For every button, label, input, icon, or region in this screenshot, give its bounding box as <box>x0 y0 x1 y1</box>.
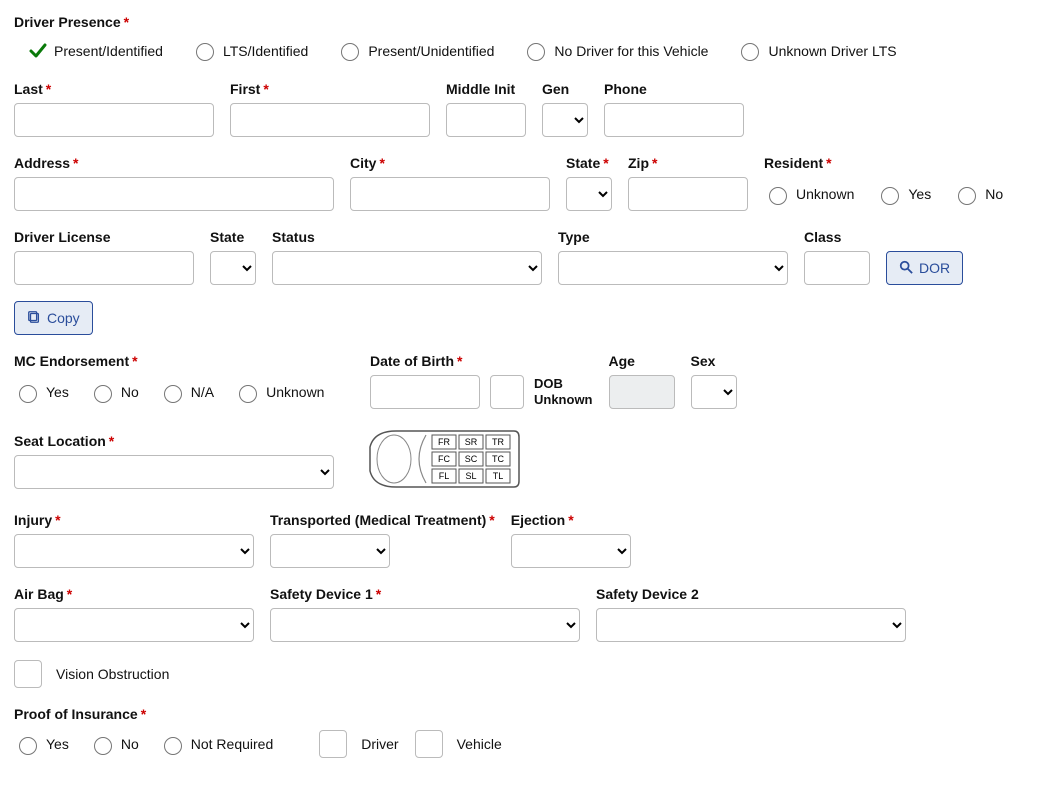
dob-label: Date of Birth* <box>370 353 593 369</box>
radio-unknown-lts[interactable]: Unknown Driver LTS <box>736 40 896 61</box>
phone-label: Phone <box>604 81 744 97</box>
first-input[interactable] <box>230 103 430 137</box>
mc-unknown[interactable]: Unknown <box>234 382 324 403</box>
dl-state-label: State <box>210 229 256 245</box>
mc-no[interactable]: No <box>89 382 139 403</box>
proof-no[interactable]: No <box>89 734 139 755</box>
mc-na[interactable]: N/A <box>159 382 214 403</box>
gen-select[interactable] <box>542 103 588 137</box>
proof-insurance-label: Proof of Insurance* <box>14 706 1039 722</box>
vehicle-checkbox-label: Vehicle <box>457 736 502 752</box>
dob-unknown-label: DOBUnknown <box>534 376 593 407</box>
mc-yes[interactable]: Yes <box>14 382 69 403</box>
transported-select[interactable] <box>270 534 390 568</box>
driver-checkbox-label: Driver <box>361 736 398 752</box>
svg-text:FC: FC <box>438 454 450 464</box>
driver-license-input[interactable] <box>14 251 194 285</box>
vision-obstruction-checkbox[interactable] <box>14 660 42 688</box>
address-input[interactable] <box>14 177 334 211</box>
dor-button[interactable]: DOR <box>886 251 963 285</box>
transported-label: Transported (Medical Treatment)* <box>270 512 495 528</box>
resident-yes[interactable]: Yes <box>876 184 931 205</box>
air-bag-label: Air Bag* <box>14 586 254 602</box>
resident-no[interactable]: No <box>953 184 1003 205</box>
last-label: Last* <box>14 81 214 97</box>
svg-text:SL: SL <box>465 471 476 481</box>
safety2-select[interactable] <box>596 608 906 642</box>
status-select[interactable] <box>272 251 542 285</box>
age-input <box>609 375 675 409</box>
city-label: City* <box>350 155 550 171</box>
svg-text:TL: TL <box>493 471 504 481</box>
vision-obstruction-field: Vision Obstruction <box>14 660 169 688</box>
proof-yes[interactable]: Yes <box>14 734 69 755</box>
type-select[interactable] <box>558 251 788 285</box>
copy-icon <box>27 310 41 327</box>
seat-diagram: FR SR TR FC SC TC FL SL TL <box>366 427 521 494</box>
sex-select[interactable] <box>691 375 737 409</box>
state-label: State* <box>566 155 612 171</box>
state-select[interactable] <box>566 177 612 211</box>
radio-no-driver[interactable]: No Driver for this Vehicle <box>522 40 708 61</box>
air-bag-select[interactable] <box>14 608 254 642</box>
radio-present-identified[interactable]: Present/Identified <box>28 41 163 61</box>
driver-license-label: Driver License <box>14 229 194 245</box>
middle-init-input[interactable] <box>446 103 526 137</box>
check-icon <box>28 41 48 61</box>
seat-location-select[interactable] <box>14 455 334 489</box>
first-label: First* <box>230 81 430 97</box>
driver-presence-radios: Present/Identified LTS/Identified Presen… <box>28 40 1039 61</box>
city-input[interactable] <box>350 177 550 211</box>
svg-text:TR: TR <box>492 437 504 447</box>
status-label: Status <box>272 229 542 245</box>
safety2-label: Safety Device 2 <box>596 586 906 602</box>
safety1-label: Safety Device 1* <box>270 586 580 602</box>
zip-label: Zip* <box>628 155 748 171</box>
svg-text:SC: SC <box>465 454 478 464</box>
class-input[interactable] <box>804 251 870 285</box>
vehicle-checkbox[interactable] <box>415 730 443 758</box>
svg-text:FR: FR <box>438 437 450 447</box>
class-label: Class <box>804 229 870 245</box>
address-label: Address* <box>14 155 334 171</box>
type-label: Type <box>558 229 788 245</box>
safety1-select[interactable] <box>270 608 580 642</box>
svg-text:FL: FL <box>439 471 450 481</box>
phone-input[interactable] <box>604 103 744 137</box>
sex-label: Sex <box>691 353 737 369</box>
mc-endorsement-label: MC Endorsement* <box>14 353 354 369</box>
copy-button[interactable]: Copy <box>14 301 93 335</box>
radio-lts-identified[interactable]: LTS/Identified <box>191 40 308 61</box>
dl-state-select[interactable] <box>210 251 256 285</box>
svg-text:TC: TC <box>492 454 504 464</box>
last-input[interactable] <box>14 103 214 137</box>
vision-obstruction-label: Vision Obstruction <box>56 666 169 682</box>
age-label: Age <box>609 353 675 369</box>
resident-label: Resident* <box>764 155 1003 171</box>
proof-not-required[interactable]: Not Required <box>159 734 274 755</box>
search-icon <box>899 260 913 277</box>
dob-input[interactable] <box>370 375 480 409</box>
svg-text:SR: SR <box>465 437 478 447</box>
injury-label: Injury* <box>14 512 254 528</box>
resident-unknown[interactable]: Unknown <box>764 184 854 205</box>
seat-location-label: Seat Location* <box>14 433 334 449</box>
middle-init-label: Middle Init <box>446 81 526 97</box>
ejection-label: Ejection* <box>511 512 631 528</box>
driver-presence-label: Driver Presence* <box>14 14 1039 30</box>
radio-present-unidentified[interactable]: Present/Unidentified <box>336 40 494 61</box>
gen-label: Gen <box>542 81 588 97</box>
driver-checkbox[interactable] <box>319 730 347 758</box>
dob-unknown-checkbox[interactable] <box>490 375 524 409</box>
injury-select[interactable] <box>14 534 254 568</box>
zip-input[interactable] <box>628 177 748 211</box>
ejection-select[interactable] <box>511 534 631 568</box>
